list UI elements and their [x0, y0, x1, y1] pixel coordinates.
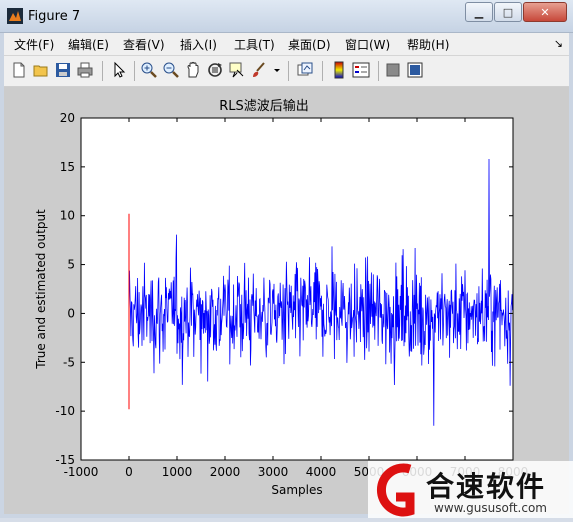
figure-toolbar: [4, 56, 569, 87]
pan-icon[interactable]: [184, 61, 202, 79]
watermark-brand: 合速软件: [426, 470, 547, 503]
matlab-app-icon[interactable]: [7, 8, 23, 24]
chart-title: RLS滤波后输出: [219, 98, 309, 114]
y-axis-label: True and estimated output: [34, 209, 48, 370]
title-bar[interactable]: Figure 7 ▁ □ ✕: [0, 0, 573, 33]
x-tick-label: 1000: [162, 465, 193, 479]
toolbar-separator: [288, 61, 289, 81]
link-plot-icon[interactable]: [296, 61, 314, 79]
print-icon[interactable]: [76, 61, 94, 79]
y-tick-label: 20: [60, 111, 75, 125]
pointer-icon[interactable]: [110, 61, 128, 79]
toolbar-separator: [102, 61, 103, 81]
site-watermark: 合速软件 www.gususoft.com: [368, 461, 573, 518]
menu-bar: 文件(F) 编辑(E) 查看(V) 插入(I) 工具(T) 桌面(D) 窗口(W…: [4, 33, 569, 56]
menu-view[interactable]: 查看(V): [123, 36, 165, 53]
minimize-button[interactable]: ▁: [465, 2, 493, 22]
brush-dropdown-icon[interactable]: [272, 61, 282, 79]
watermark-url: www.gususoft.com: [434, 501, 547, 515]
figure-canvas: RLS滤波后输出 -100001000200030004000500060007…: [4, 87, 569, 514]
toolbar-separator: [378, 61, 379, 81]
x-axis-label: Samples: [271, 483, 322, 497]
menu-overflow-icon[interactable]: ↘: [554, 37, 563, 50]
x-tick-label: 2000: [210, 465, 241, 479]
y-tick-label: -10: [55, 404, 75, 418]
open-icon[interactable]: [32, 61, 50, 79]
toolbar-separator: [134, 61, 135, 81]
maximize-button[interactable]: □: [494, 2, 522, 22]
zoom-in-icon[interactable]: [140, 61, 158, 79]
window-controls: ▁ □ ✕: [464, 2, 567, 22]
zoom-out-icon[interactable]: [162, 61, 180, 79]
matlab-figure-window: Figure 7 ▁ □ ✕ 文件(F) 编辑(E) 查看(V) 插入(I) 工…: [0, 0, 573, 518]
menu-tools[interactable]: 工具(T): [234, 36, 275, 53]
x-tick-label: 3000: [258, 465, 289, 479]
menu-window[interactable]: 窗口(W): [345, 36, 390, 53]
x-tick-label: 4000: [306, 465, 337, 479]
close-button[interactable]: ✕: [523, 2, 567, 22]
brush-icon[interactable]: [250, 61, 268, 79]
y-tick-label: -15: [55, 453, 75, 467]
rotate-icon[interactable]: [206, 61, 224, 79]
y-tick-label: 10: [60, 209, 75, 223]
data-cursor-icon[interactable]: [228, 61, 246, 79]
hide-tools-icon[interactable]: [384, 61, 402, 79]
y-tick-label: -5: [63, 355, 75, 369]
y-tick-label: 15: [60, 160, 75, 174]
chart[interactable]: RLS滤波后输出 -100001000200030004000500060007…: [4, 87, 569, 514]
save-icon[interactable]: [54, 61, 72, 79]
y-tick-label: 5: [67, 258, 75, 272]
menu-edit[interactable]: 编辑(E): [68, 36, 109, 53]
y-tick-label: 0: [67, 306, 75, 320]
toolbar-separator: [322, 61, 323, 81]
menu-help[interactable]: 帮助(H): [407, 36, 449, 53]
show-tools-icon[interactable]: [406, 61, 424, 79]
window-title: Figure 7: [28, 9, 81, 24]
menu-desktop[interactable]: 桌面(D): [288, 36, 331, 53]
colorbar-icon[interactable]: [330, 61, 348, 79]
x-tick-label: -1000: [64, 465, 99, 479]
new-figure-icon[interactable]: [10, 61, 28, 79]
menu-insert[interactable]: 插入(I): [180, 36, 217, 53]
legend-icon[interactable]: [352, 61, 370, 79]
x-tick-label: 0: [125, 465, 133, 479]
menu-file[interactable]: 文件(F): [14, 36, 54, 53]
